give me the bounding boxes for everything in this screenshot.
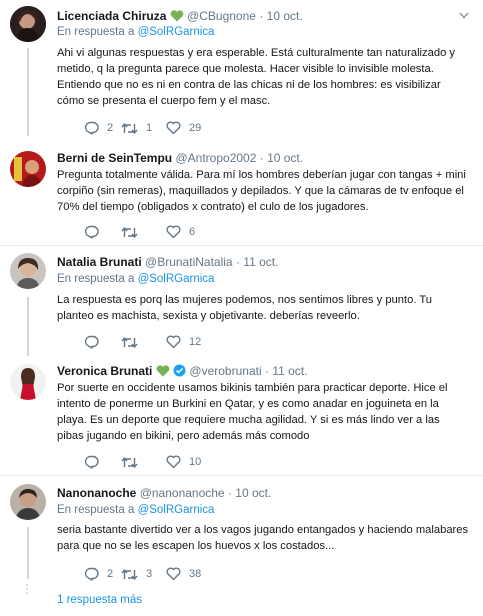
thread-more-dots bbox=[25, 584, 29, 596]
reply-button[interactable]: 2 bbox=[84, 120, 113, 136]
display-name[interactable]: Natalia Brunati bbox=[57, 255, 142, 269]
display-name[interactable]: Licenciada Chiruza bbox=[57, 9, 166, 23]
separator: · bbox=[264, 364, 269, 378]
retweet-button[interactable]: 1 bbox=[121, 120, 152, 136]
retweet-button[interactable] bbox=[121, 224, 146, 240]
reply-button[interactable] bbox=[84, 454, 107, 470]
like-count: 38 bbox=[189, 568, 202, 580]
retweet-button[interactable]: 3 bbox=[121, 566, 152, 582]
reply-button[interactable] bbox=[84, 224, 107, 240]
separator: · bbox=[227, 486, 232, 500]
separator: · bbox=[235, 255, 240, 269]
reply-context: En respuesta a @SolRGarnica bbox=[57, 26, 214, 38]
tweet-header: Licenciada Chiruza @CBugnone · 10 oct. bbox=[57, 9, 453, 25]
like-count: 29 bbox=[189, 122, 202, 134]
reply-icon bbox=[84, 335, 99, 349]
tweet-text: Ahi vi algunas respuestas y era esperabl… bbox=[57, 47, 456, 107]
divider bbox=[0, 475, 483, 476]
like-icon bbox=[166, 121, 181, 135]
like-button[interactable]: 12 bbox=[166, 334, 201, 350]
retweet-icon bbox=[121, 568, 138, 581]
retweet-count: 3 bbox=[146, 568, 153, 580]
handle[interactable]: @nanonanoche bbox=[140, 486, 225, 500]
reply-user-link[interactable]: @SolRGarnica bbox=[138, 504, 215, 516]
like-icon bbox=[166, 567, 181, 581]
like-button[interactable]: 10 bbox=[166, 454, 201, 470]
avatar[interactable] bbox=[10, 364, 46, 400]
reply-prefix: En respuesta a bbox=[57, 273, 135, 285]
like-icon bbox=[166, 225, 181, 239]
avatar[interactable] bbox=[10, 6, 46, 42]
reply-context: En respuesta a @SolRGarnica bbox=[57, 273, 214, 285]
reply-context: En respuesta a @SolRGarnica bbox=[57, 504, 214, 516]
reply-icon bbox=[84, 121, 99, 135]
thread-line bbox=[27, 48, 29, 136]
retweet-icon bbox=[121, 226, 138, 239]
avatar[interactable] bbox=[10, 253, 46, 289]
tweet-header: Natalia Brunati @BrunatiNatalia · 11 oct… bbox=[57, 255, 453, 269]
separator: · bbox=[259, 9, 264, 23]
reply-count: 2 bbox=[107, 568, 114, 580]
like-button[interactable]: 38 bbox=[166, 566, 201, 582]
chevron-down-icon[interactable] bbox=[459, 10, 469, 22]
display-name[interactable]: Veronica Brunati bbox=[57, 364, 152, 378]
tweet-header: Berni de SeinTempu @Antropo2002 · 10 oct… bbox=[57, 151, 453, 165]
display-name[interactable]: Nanonanoche bbox=[57, 486, 136, 500]
retweet-button[interactable] bbox=[121, 334, 146, 350]
timestamp[interactable]: 10 oct. bbox=[235, 486, 271, 500]
tweet-header: Nanonanoche @nanonanoche · 10 oct. bbox=[57, 486, 453, 500]
retweet-button[interactable] bbox=[121, 454, 146, 470]
reply-icon bbox=[84, 567, 99, 581]
show-more-replies-link[interactable]: 1 respuesta más bbox=[57, 594, 142, 606]
like-icon bbox=[166, 335, 181, 349]
reply-icon bbox=[84, 225, 99, 239]
like-button[interactable]: 29 bbox=[166, 120, 201, 136]
timestamp[interactable]: 11 oct. bbox=[243, 255, 278, 269]
reply-count: 2 bbox=[107, 122, 114, 134]
timestamp[interactable]: 10 oct. bbox=[267, 151, 303, 165]
handle[interactable]: @BrunatiNatalia bbox=[145, 255, 233, 269]
timestamp[interactable]: 10 oct. bbox=[267, 9, 303, 23]
like-icon bbox=[166, 455, 181, 469]
tweet-text: Por suerte en occidente usamos bikinis t… bbox=[57, 382, 448, 442]
tweet-text: seria bastante divertido ver a los vagos… bbox=[57, 524, 469, 552]
reply-user-link[interactable]: @SolRGarnica bbox=[138, 273, 215, 285]
like-count: 6 bbox=[189, 226, 196, 238]
retweet-icon bbox=[121, 122, 138, 135]
like-count: 12 bbox=[189, 336, 202, 348]
divider bbox=[0, 245, 483, 246]
thread-line bbox=[27, 527, 29, 579]
retweet-count: 1 bbox=[146, 122, 153, 134]
reply-user-link[interactable]: @SolRGarnica bbox=[138, 26, 215, 38]
display-name[interactable]: Berni de SeinTempu bbox=[57, 151, 172, 165]
retweet-icon bbox=[121, 336, 138, 349]
timestamp[interactable]: 11 oct. bbox=[272, 364, 307, 378]
handle[interactable]: @CBugnone bbox=[187, 9, 256, 23]
avatar[interactable] bbox=[10, 151, 46, 187]
tweet-text: La respuesta es porq las mujeres podemos… bbox=[57, 294, 432, 322]
green-heart-icon bbox=[156, 365, 170, 380]
handle[interactable]: @Antropo2002 bbox=[175, 151, 256, 165]
reply-prefix: En respuesta a bbox=[57, 26, 135, 38]
reply-prefix: En respuesta a bbox=[57, 504, 135, 516]
like-count: 10 bbox=[189, 456, 202, 468]
like-button[interactable]: 6 bbox=[166, 224, 195, 240]
green-heart-icon bbox=[170, 10, 184, 25]
thread-line bbox=[27, 297, 29, 356]
reply-button[interactable]: 2 bbox=[84, 566, 113, 582]
verified-badge-icon bbox=[173, 364, 186, 380]
separator: · bbox=[259, 151, 264, 165]
tweet-text: Pregunta totalmente válida. Para mí los … bbox=[57, 169, 466, 213]
reply-button[interactable] bbox=[84, 334, 107, 350]
avatar[interactable] bbox=[10, 484, 46, 520]
reply-icon bbox=[84, 455, 99, 469]
tweet-header: Veronica Brunati @verobrunati · 11 oct. bbox=[57, 364, 453, 380]
retweet-icon bbox=[121, 456, 138, 469]
handle[interactable]: @verobrunati bbox=[189, 364, 261, 378]
